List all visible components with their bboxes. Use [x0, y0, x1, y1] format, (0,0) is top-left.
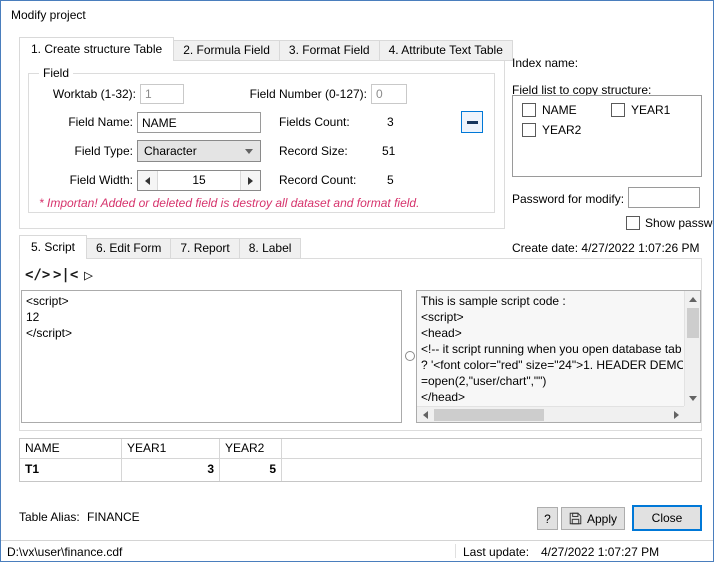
fields-count-label: Fields Count:: [279, 115, 350, 129]
field-name-input[interactable]: [137, 112, 261, 133]
fields-count-value: 3: [387, 115, 394, 129]
splitter-handle[interactable]: [405, 351, 415, 361]
vertical-scrollbar[interactable]: [684, 291, 700, 406]
file-path-text: D:\vx\user\finance.cdf: [7, 545, 123, 559]
field-groupbox: Field Worktab (1-32): Field Number (0-12…: [28, 66, 495, 213]
grid-header-year1[interactable]: YEAR1: [122, 439, 220, 458]
worktab-input[interactable]: [140, 84, 184, 104]
create-date: Create date: 4/27/2022 1:07:26 PM: [512, 241, 699, 255]
scroll-left-icon[interactable]: [417, 407, 433, 422]
horizontal-scrollbar[interactable]: [417, 406, 684, 422]
status-separator: [455, 544, 456, 558]
grid-data-row[interactable]: T1 3 5: [20, 459, 701, 481]
apply-button-label: Apply: [586, 511, 618, 526]
script-panel: </> >|< ▷ <script> 12 </script> This is …: [19, 258, 702, 431]
script-code-editor[interactable]: <script> 12 </script>: [21, 290, 402, 423]
status-bar: D:\vx\user\finance.cdf Last update: 4/27…: [1, 540, 713, 561]
checkbox-year1[interactable]: [611, 103, 625, 117]
grid-header-year2[interactable]: YEAR2: [220, 439, 282, 458]
field-type-value: Character: [144, 144, 197, 158]
table-alias-value: FINANCE: [87, 510, 140, 524]
checkbox-year2-label[interactable]: YEAR2: [542, 123, 581, 137]
arrow-left-icon: [145, 176, 150, 185]
field-type-label: Field Type:: [74, 144, 133, 158]
field-number-label: Field Number (0-127):: [249, 87, 367, 101]
field-group-title: Field: [39, 66, 74, 80]
apply-button[interactable]: Apply: [561, 507, 625, 530]
grid-cell-year2[interactable]: 5: [220, 459, 282, 481]
field-number-input[interactable]: [371, 84, 407, 104]
grid-header-row: NAME YEAR1 YEAR2: [20, 439, 701, 459]
table-alias-label: Table Alias:: [19, 510, 80, 524]
preview-data-grid: NAME YEAR1 YEAR2 T1 3 5: [19, 438, 702, 482]
modify-project-dialog: Modify project 1. Create structure Table…: [0, 0, 714, 562]
grid-header-filler: [282, 439, 701, 458]
last-update-label: Last update:: [463, 545, 530, 559]
grid-cell-year1[interactable]: 3: [122, 459, 220, 481]
sample-script-text: This is sample script code : <script> <h…: [421, 294, 683, 404]
tab-script[interactable]: 5. Script: [19, 235, 88, 259]
tab-edit-form[interactable]: 6. Edit Form: [86, 238, 172, 259]
destructive-warning-text: * Importan! Added or deleted field is de…: [39, 196, 420, 210]
checkbox-name[interactable]: [522, 103, 536, 117]
collapse-icon[interactable]: >|<: [53, 267, 78, 283]
create-date-value: 4/27/2022 1:07:26 PM: [581, 241, 700, 255]
tab-label[interactable]: 8. Label: [238, 238, 302, 259]
record-size-label: Record Size:: [279, 144, 348, 158]
tab-report[interactable]: 7. Report: [170, 238, 240, 259]
scroll-down-icon[interactable]: [685, 390, 700, 406]
checkbox-year2[interactable]: [522, 123, 536, 137]
field-width-value: 15: [192, 173, 206, 187]
checkbox-year1-label[interactable]: YEAR1: [631, 103, 670, 117]
password-label: Password for modify:: [512, 192, 625, 206]
chevron-down-icon: [245, 148, 253, 154]
field-width-label: Field Width:: [69, 173, 133, 187]
field-name-label: Field Name:: [68, 115, 133, 129]
create-date-label: Create date:: [512, 241, 579, 255]
remove-field-button[interactable]: [461, 111, 483, 133]
show-password-label[interactable]: Show password: [645, 216, 713, 230]
scrollbar-corner: [684, 406, 700, 422]
record-size-value: 51: [382, 144, 396, 158]
checkbox-name-label[interactable]: NAME: [542, 103, 577, 117]
tab-create-structure-table[interactable]: 1. Create structure Table: [19, 37, 175, 61]
field-width-stepper: 15: [137, 170, 261, 191]
scroll-right-icon[interactable]: [668, 407, 684, 422]
structure-tabstrip: 1. Create structure Table 2. Formula Fie…: [19, 37, 513, 61]
record-count-value: 5: [387, 173, 394, 187]
last-update-value: 4/27/2022 1:07:27 PM: [541, 545, 660, 559]
run-icon[interactable]: ▷: [84, 266, 93, 284]
minus-icon: [466, 120, 478, 124]
grid-cell-filler: [282, 459, 701, 481]
script-tabstrip: 5. Script 6. Edit Form 7. Report 8. Labe…: [19, 235, 302, 259]
index-name-label: Index name:: [512, 56, 579, 70]
close-button[interactable]: Close: [632, 505, 702, 531]
window-title: Modify project: [11, 8, 86, 22]
grid-cell-name[interactable]: T1: [20, 459, 122, 481]
stepper-increase-button[interactable]: [240, 171, 260, 190]
record-count-label: Record Count:: [279, 173, 357, 187]
show-password-checkbox[interactable]: [626, 216, 640, 230]
arrow-right-icon: [248, 176, 253, 185]
password-input[interactable]: [628, 187, 700, 208]
save-icon: [569, 512, 582, 525]
tab-formula-field[interactable]: 2. Formula Field: [173, 40, 280, 61]
scroll-up-icon[interactable]: [685, 291, 700, 307]
horizontal-scroll-thumb[interactable]: [434, 409, 544, 421]
tab-attribute-text-table[interactable]: 4. Attribute Text Table: [378, 40, 513, 61]
stepper-decrease-button[interactable]: [138, 171, 158, 190]
help-button[interactable]: ?: [537, 507, 558, 530]
grid-header-name[interactable]: NAME: [20, 439, 122, 458]
worktab-label: Worktab (1-32):: [52, 87, 136, 101]
field-copy-listbox[interactable]: NAME YEAR1 YEAR2: [512, 95, 702, 177]
code-icon[interactable]: </>: [25, 267, 50, 283]
vertical-scroll-thumb[interactable]: [687, 308, 699, 338]
field-type-dropdown[interactable]: Character: [137, 140, 261, 162]
tab-format-field[interactable]: 3. Format Field: [278, 40, 380, 61]
sample-script-box[interactable]: This is sample script code : <script> <h…: [416, 290, 701, 423]
